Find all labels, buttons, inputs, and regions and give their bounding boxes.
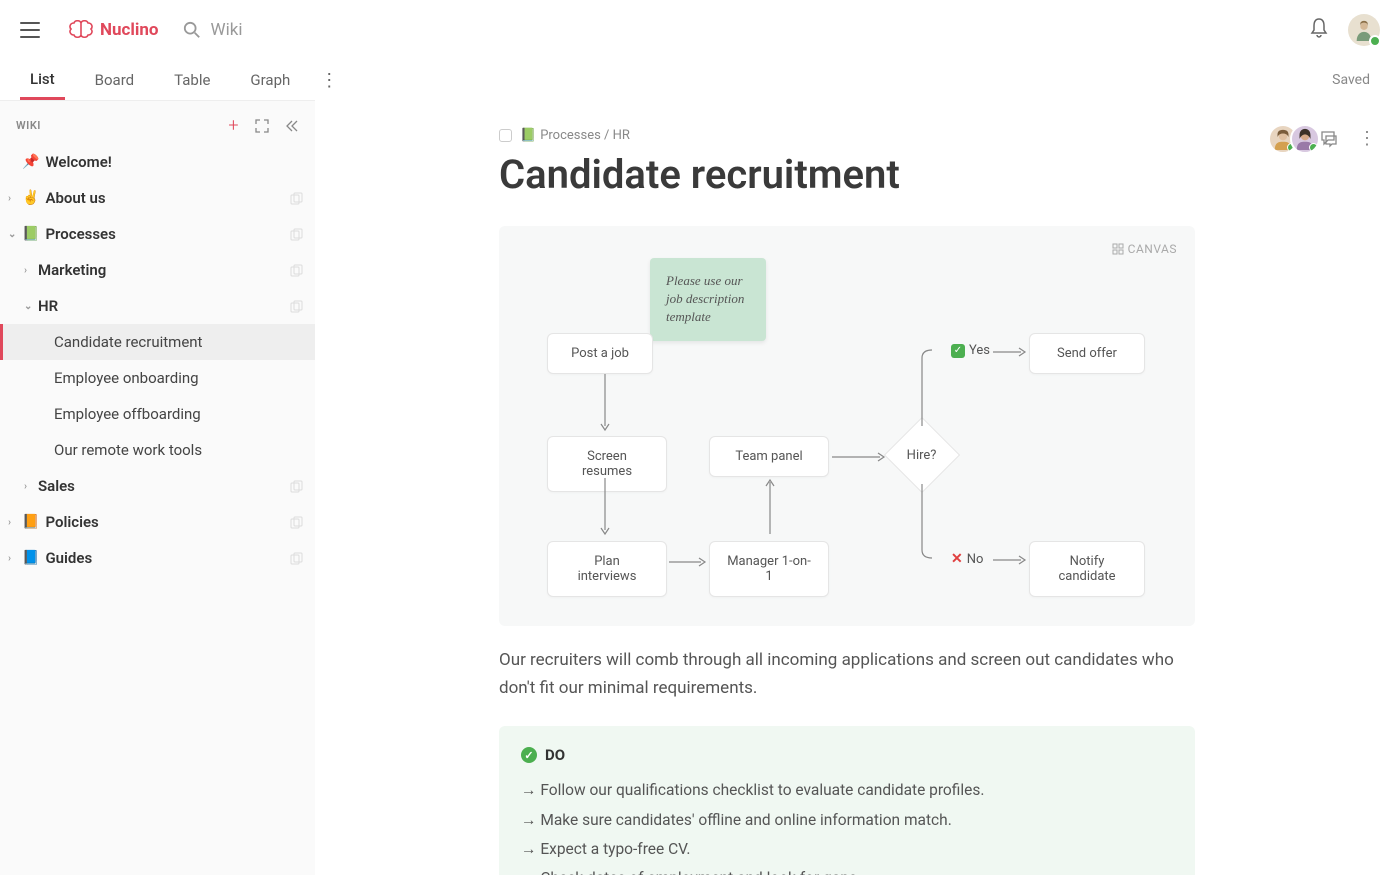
tree-sales[interactable]: ›Sales (0, 468, 315, 504)
tree-policies[interactable]: ›📙 Policies (0, 504, 315, 540)
flow-node-team[interactable]: Team panel (709, 436, 829, 477)
sidebar: WIKI + 📌 Welcome! ›✌️ About us ⌄📗 Proces… (0, 100, 315, 875)
notifications-icon[interactable] (1310, 18, 1328, 42)
flow-node-plan[interactable]: Plan interviews (547, 541, 667, 597)
peace-icon: ✌️ (22, 190, 39, 206)
page-tree: 📌 Welcome! ›✌️ About us ⌄📗 Processes ›Ma… (0, 144, 315, 576)
tab-graph[interactable]: Graph (240, 60, 300, 100)
collaborator-avatar[interactable] (1290, 124, 1320, 154)
tree-welcome[interactable]: 📌 Welcome! (0, 144, 315, 180)
logo[interactable]: Nuclino (68, 20, 159, 40)
flow-node-send[interactable]: Send offer (1029, 333, 1145, 374)
do-callout[interactable]: ✓ DO → Follow our qualifications checkli… (499, 726, 1195, 875)
add-page-icon[interactable]: + (228, 115, 239, 136)
book-blue-icon: 📘 (22, 550, 39, 566)
pin-icon: 📌 (22, 154, 39, 170)
comments-icon[interactable] (1320, 130, 1338, 148)
search-input[interactable]: Wiki (183, 20, 1311, 40)
tab-table[interactable]: Table (164, 60, 220, 100)
do-item: → Make sure candidates' offline and onli… (521, 806, 1173, 835)
copy-icon (290, 480, 303, 493)
tree-hr[interactable]: ⌄HR (0, 288, 315, 324)
do-item: → Follow our qualifications checklist to… (521, 776, 1173, 805)
page-more-icon[interactable]: ⋮ (1358, 128, 1376, 149)
top-bar: Nuclino Wiki (0, 0, 1400, 60)
body-paragraph[interactable]: Our recruiters will comb through all inc… (499, 646, 1195, 702)
tree-guides[interactable]: ›📘 Guides (0, 540, 315, 576)
collapse-sidebar-icon[interactable] (285, 119, 299, 133)
sidebar-header: WIKI + (0, 107, 315, 144)
tab-list[interactable]: List (20, 60, 65, 100)
tree-about[interactable]: ›✌️ About us (0, 180, 315, 216)
user-avatar[interactable] (1348, 14, 1380, 46)
breadcrumb[interactable]: 📗 Processes / HR (499, 128, 1352, 143)
book-icon: 📗 (520, 128, 536, 143)
tree-marketing[interactable]: ›Marketing (0, 252, 315, 288)
checkbox-icon[interactable] (499, 129, 512, 142)
copy-icon (290, 516, 303, 529)
do-header: ✓ DO (521, 746, 1173, 764)
brand-name: Nuclino (100, 20, 159, 40)
flow-decision-hire[interactable]: Hire? (884, 417, 960, 493)
tree-processes[interactable]: ⌄📗 Processes (0, 216, 315, 252)
search-icon (183, 21, 201, 39)
check-circle-icon: ✓ (521, 747, 537, 763)
copy-icon (290, 300, 303, 313)
saved-indicator: Saved (1332, 72, 1370, 88)
do-item: → Expect a typo-free CV. (521, 835, 1173, 864)
sticky-note[interactable]: Please use our job description template (650, 258, 766, 341)
collaborators[interactable] (1276, 124, 1320, 154)
do-item: → Check dates of employment and look for… (521, 864, 1173, 875)
copy-icon (290, 264, 303, 277)
canvas-label: CANVAS (1112, 242, 1177, 256)
copy-icon (290, 228, 303, 241)
copy-icon (290, 552, 303, 565)
brain-icon (68, 20, 94, 40)
flow-node-manager[interactable]: Manager 1-on-1 (709, 541, 829, 597)
decision-no: ✕No (951, 551, 983, 567)
search-placeholder: Wiki (211, 20, 243, 40)
avatar-face-icon (1353, 19, 1375, 41)
sidebar-title: WIKI (16, 119, 228, 132)
view-tabs: List Board Table Graph ⋮ Saved (0, 60, 1400, 100)
book-orange-icon: 📙 (22, 514, 39, 530)
tree-employee-offboarding[interactable]: Employee offboarding (0, 396, 315, 432)
page-content: ⋮ 📗 Processes / HR Candidate recruitment… (315, 100, 1400, 875)
book-green-icon: 📗 (22, 226, 39, 242)
tab-board[interactable]: Board (85, 60, 144, 100)
flow-node-notify[interactable]: Notify candidate (1029, 541, 1145, 597)
expand-icon[interactable] (255, 119, 269, 133)
copy-icon (290, 192, 303, 205)
canvas-embed[interactable]: CANVAS Please use our job description te… (499, 226, 1195, 626)
tree-employee-onboarding[interactable]: Employee onboarding (0, 360, 315, 396)
decision-yes: ✓Yes (951, 343, 990, 358)
more-views-icon[interactable]: ⋮ (320, 70, 338, 91)
menu-icon[interactable] (20, 22, 40, 38)
tree-remote-tools[interactable]: Our remote work tools (0, 432, 315, 468)
flow-node-post[interactable]: Post a job (547, 333, 653, 374)
page-title[interactable]: Candidate recruitment (499, 151, 1352, 198)
tree-candidate-recruitment[interactable]: Candidate recruitment (0, 324, 315, 360)
